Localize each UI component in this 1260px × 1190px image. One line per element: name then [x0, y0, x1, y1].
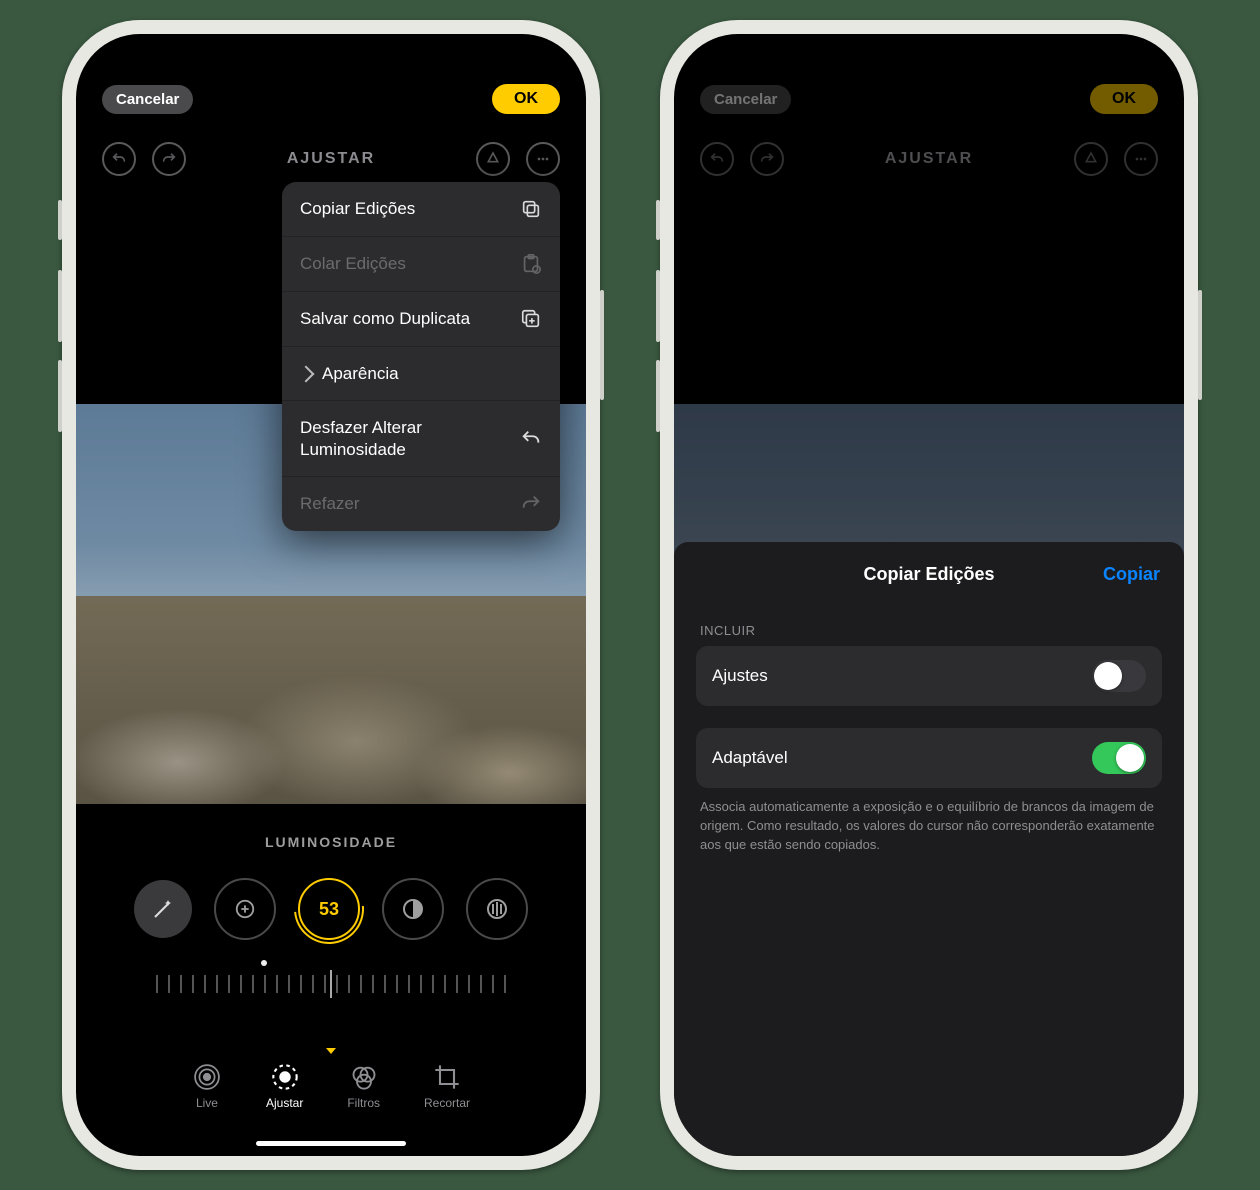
- adaptive-note: Associa automaticamente a exposição e o …: [696, 798, 1162, 855]
- markup-icon: [1074, 142, 1108, 176]
- cancel-button: Cancelar: [700, 85, 791, 114]
- include-adjustments-row[interactable]: Ajustes: [696, 646, 1162, 706]
- phone-left: Cancelar OK AJUSTAR: [62, 20, 600, 1170]
- menu-redo: Refazer: [282, 477, 560, 531]
- ok-button: OK: [1090, 84, 1158, 114]
- copy-icon: [520, 198, 542, 220]
- copy-edits-sheet: Copiar Edições Copiar INCLUIR Ajustes Ad…: [674, 542, 1184, 1156]
- tab-adjust[interactable]: Ajustar: [266, 1062, 303, 1110]
- menu-undo-brightness[interactable]: Desfazer Alterar Luminosidade: [282, 401, 560, 477]
- duplicate-icon: [520, 308, 542, 330]
- sheet-title: Copiar Edições: [863, 564, 994, 585]
- ok-button[interactable]: OK: [492, 84, 560, 114]
- adjustment-slider[interactable]: [156, 964, 506, 1004]
- context-menu: Copiar Edições Colar Edições Salvar como…: [282, 182, 560, 531]
- tab-crop[interactable]: Recortar: [424, 1062, 470, 1110]
- adjust-icon: [270, 1062, 300, 1092]
- menu-save-duplicate[interactable]: Salvar como Duplicata: [282, 292, 560, 347]
- redo-icon: [750, 142, 784, 176]
- chevron-right-icon: [298, 365, 315, 382]
- live-icon: [192, 1062, 222, 1092]
- paste-icon: [520, 253, 542, 275]
- adjustment-dials: 53: [76, 878, 586, 940]
- tab-live[interactable]: Live: [192, 1062, 222, 1110]
- undo-icon: [700, 142, 734, 176]
- tab-filters[interactable]: Filtros: [347, 1062, 380, 1110]
- crop-icon: [432, 1062, 462, 1092]
- filters-icon: [349, 1062, 379, 1092]
- redo-icon[interactable]: [152, 142, 186, 176]
- more-icon[interactable]: [526, 142, 560, 176]
- menu-paste-edits: Colar Edições: [282, 237, 560, 292]
- menu-appearance[interactable]: Aparência: [282, 347, 560, 401]
- include-section-label: INCLUIR: [700, 623, 1162, 638]
- menu-copy-edits[interactable]: Copiar Edições: [282, 182, 560, 237]
- mode-title: AJUSTAR: [287, 150, 375, 168]
- redo-arrow-icon: [520, 493, 542, 515]
- auto-enhance-button[interactable]: [134, 880, 192, 938]
- photo-preview: [674, 404, 1184, 564]
- adaptive-row[interactable]: Adaptável: [696, 728, 1162, 788]
- adjustments-toggle[interactable]: [1092, 660, 1146, 692]
- mode-title: AJUSTAR: [885, 150, 973, 168]
- undo-icon[interactable]: [102, 142, 136, 176]
- cancel-button[interactable]: Cancelar: [102, 85, 193, 114]
- exposure-dial[interactable]: [214, 878, 276, 940]
- undo-arrow-icon: [520, 428, 542, 450]
- markup-icon[interactable]: [476, 142, 510, 176]
- phone-right: Cancelar OK AJUSTAR: [660, 20, 1198, 1170]
- shadows-dial[interactable]: [466, 878, 528, 940]
- adjustment-name: LUMINOSIDADE: [76, 834, 586, 850]
- more-icon: [1124, 142, 1158, 176]
- copy-action-button[interactable]: Copiar: [1103, 564, 1160, 585]
- brightness-dial[interactable]: 53: [298, 878, 360, 940]
- highlights-dial[interactable]: [382, 878, 444, 940]
- adaptive-toggle[interactable]: [1092, 742, 1146, 774]
- home-indicator[interactable]: [256, 1141, 406, 1146]
